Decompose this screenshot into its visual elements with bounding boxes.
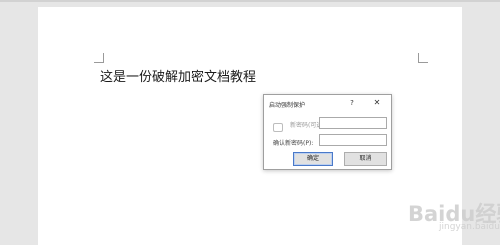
- protect-dialog: 启动强制保护 ? ✕ 新密码(可选)(E): 确认新密码(P): 确定 取消: [263, 94, 392, 170]
- margin-corner-top-right: [418, 53, 428, 63]
- document-page[interactable]: 这是一份破解加密文档教程: [38, 7, 462, 245]
- close-icon[interactable]: ✕: [372, 98, 382, 108]
- baidu-watermark: Baidu经验 jingyan.baidu.com: [408, 198, 500, 242]
- document-body-text[interactable]: 这是一份破解加密文档教程: [100, 66, 256, 85]
- dialog-titlebar[interactable]: 启动强制保护 ? ✕: [264, 95, 391, 111]
- cancel-button[interactable]: 取消: [344, 152, 387, 166]
- dialog-title: 启动强制保护: [269, 102, 306, 109]
- password-input[interactable]: [319, 117, 387, 129]
- watermark-subtext: jingyan.baidu.com: [439, 222, 500, 232]
- password-hint-icon: [273, 123, 283, 132]
- margin-corner-top-left: [94, 53, 104, 63]
- confirm-password-label: 确认新密码(P):: [273, 140, 314, 147]
- confirm-password-input[interactable]: [319, 134, 387, 146]
- ok-button[interactable]: 确定: [293, 152, 333, 166]
- help-icon[interactable]: ?: [348, 98, 356, 108]
- window-top-strip: [0, 0, 500, 2]
